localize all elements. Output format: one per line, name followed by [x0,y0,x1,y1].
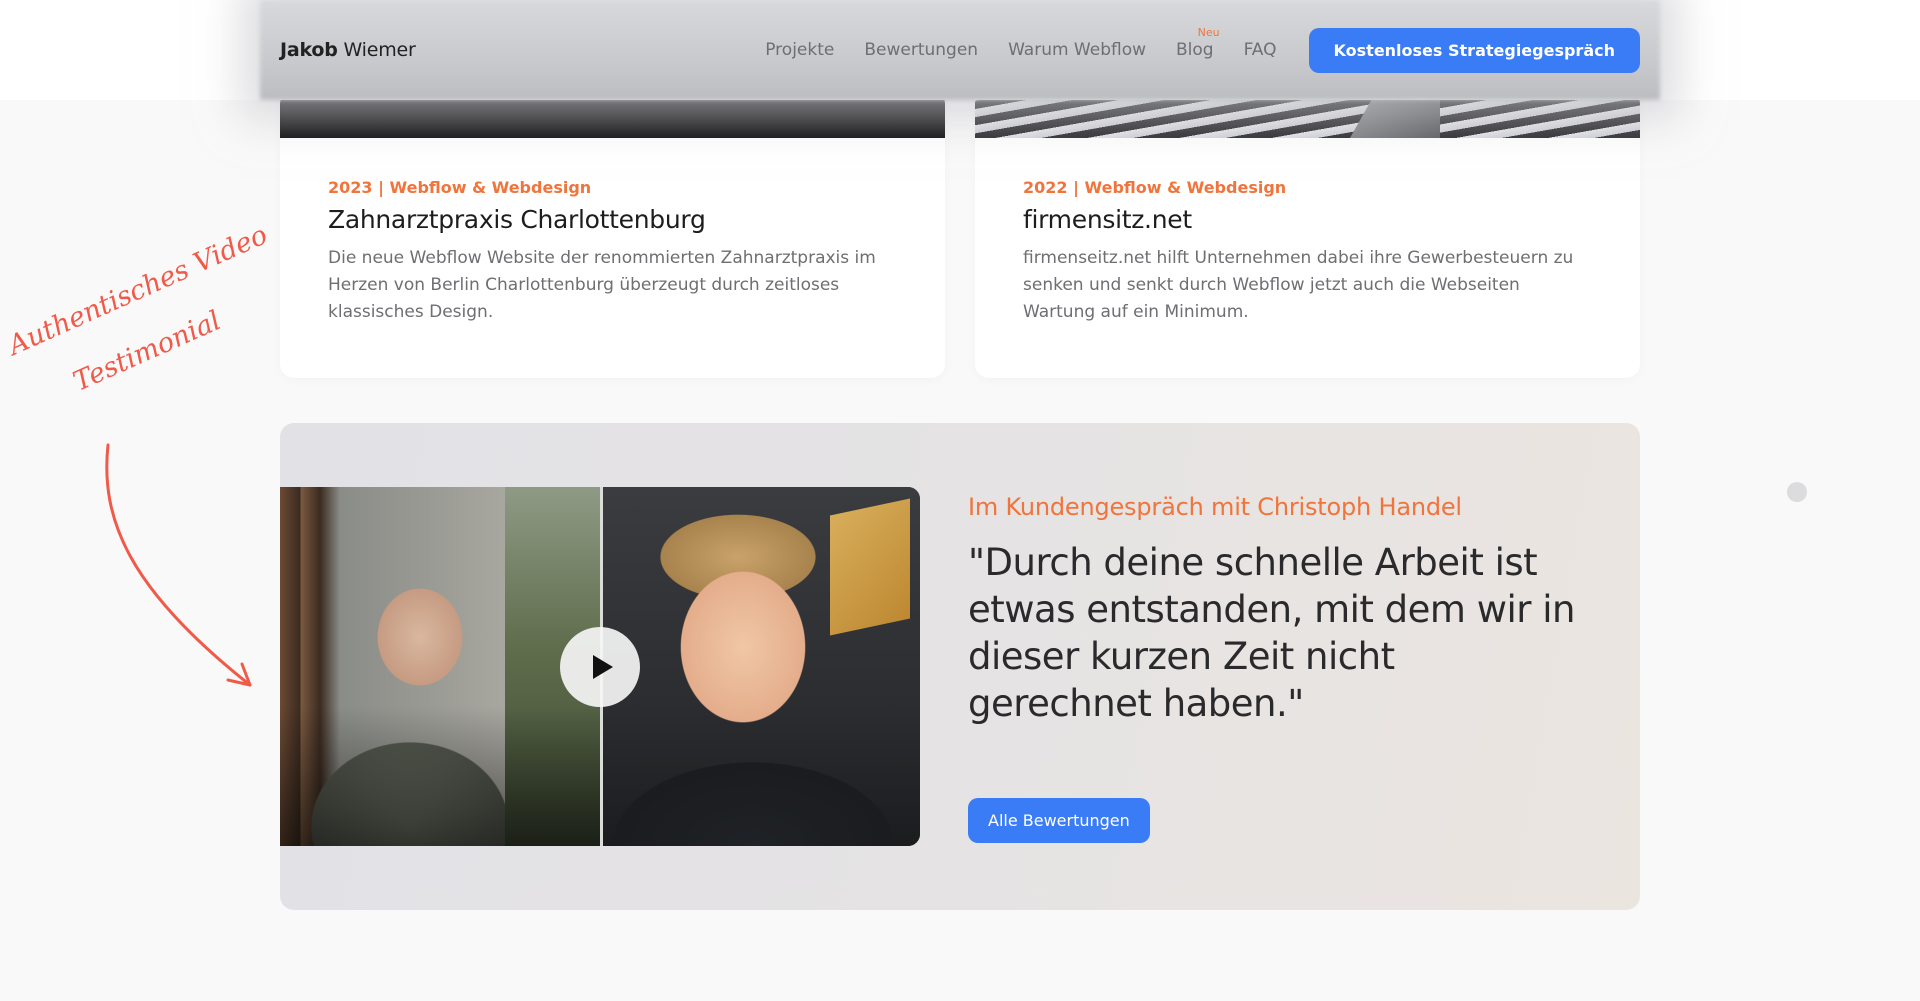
project-description: firmenseitz.net hilft Unternehmen dabei … [1023,248,1574,322]
project-title: firmensitz.net [1023,205,1192,234]
project-title: Zahnarztpraxis Charlottenburg [328,205,706,234]
play-button[interactable] [560,627,640,707]
project-card-body: 2023 | Webflow & Webdesign Zahnarztpraxi… [280,138,945,326]
nav-links: Projekte Bewertungen Warum Webflow Blog … [765,26,1640,73]
testimonial-quote-block: Im Kundengespräch mit Christoph Handel "… [968,493,1588,727]
testimonial-video[interactable] [280,487,920,846]
new-badge: Neu [1197,26,1220,39]
nav-link-bewertungen[interactable]: Bewertungen [864,40,978,60]
strategy-call-button[interactable]: Kostenloses Strategiegespräch [1308,27,1640,73]
navbar: Jakob Wiemer Projekte Bewertungen Warum … [0,0,1920,100]
navbar-inner: Jakob Wiemer Projekte Bewertungen Warum … [280,0,1640,100]
nav-link-blog-label: Blog [1176,40,1214,60]
project-card-body: 2022 | Webflow & Webdesign firmensitz.ne… [975,138,1640,326]
nav-link-warum-webflow[interactable]: Warum Webflow [1008,40,1146,60]
all-reviews-button[interactable]: Alle Bewertungen [968,798,1150,843]
project-meta: 2022 | Webflow & Webdesign [1023,178,1287,197]
brand-last-name: Wiemer [343,39,416,61]
scroll-indicator-dot[interactable] [1787,482,1807,502]
brand-first-name: Jakob [280,39,338,61]
handwritten-annotation: Authentisches Video Testimonial [0,219,290,710]
brand-logo[interactable]: Jakob Wiemer [280,39,416,61]
video-frame-left-person [280,487,600,846]
project-description: Die neue Webflow Website der renommierte… [328,248,876,322]
play-icon [592,655,613,679]
project-card-zahnarztpraxis[interactable]: 2023 | Webflow & Webdesign Zahnarztpraxi… [280,90,945,378]
project-meta: 2023 | Webflow & Webdesign [328,178,592,197]
testimonial-quote: "Durch deine schnelle Arbeit ist etwas e… [968,541,1575,725]
curved-arrow-icon [105,443,252,687]
video-testimonial-section: Im Kundengespräch mit Christoph Handel "… [280,423,1640,910]
testimonial-kicker: Im Kundengespräch mit Christoph Handel [968,493,1462,521]
video-frame-right-person [603,487,920,846]
project-card-firmensitz[interactable]: 2022 | Webflow & Webdesign firmensitz.ne… [975,90,1640,378]
nav-link-blog[interactable]: Blog Neu [1176,26,1220,60]
nav-link-projekte[interactable]: Projekte [765,40,834,60]
nav-link-faq[interactable]: FAQ [1244,40,1277,60]
